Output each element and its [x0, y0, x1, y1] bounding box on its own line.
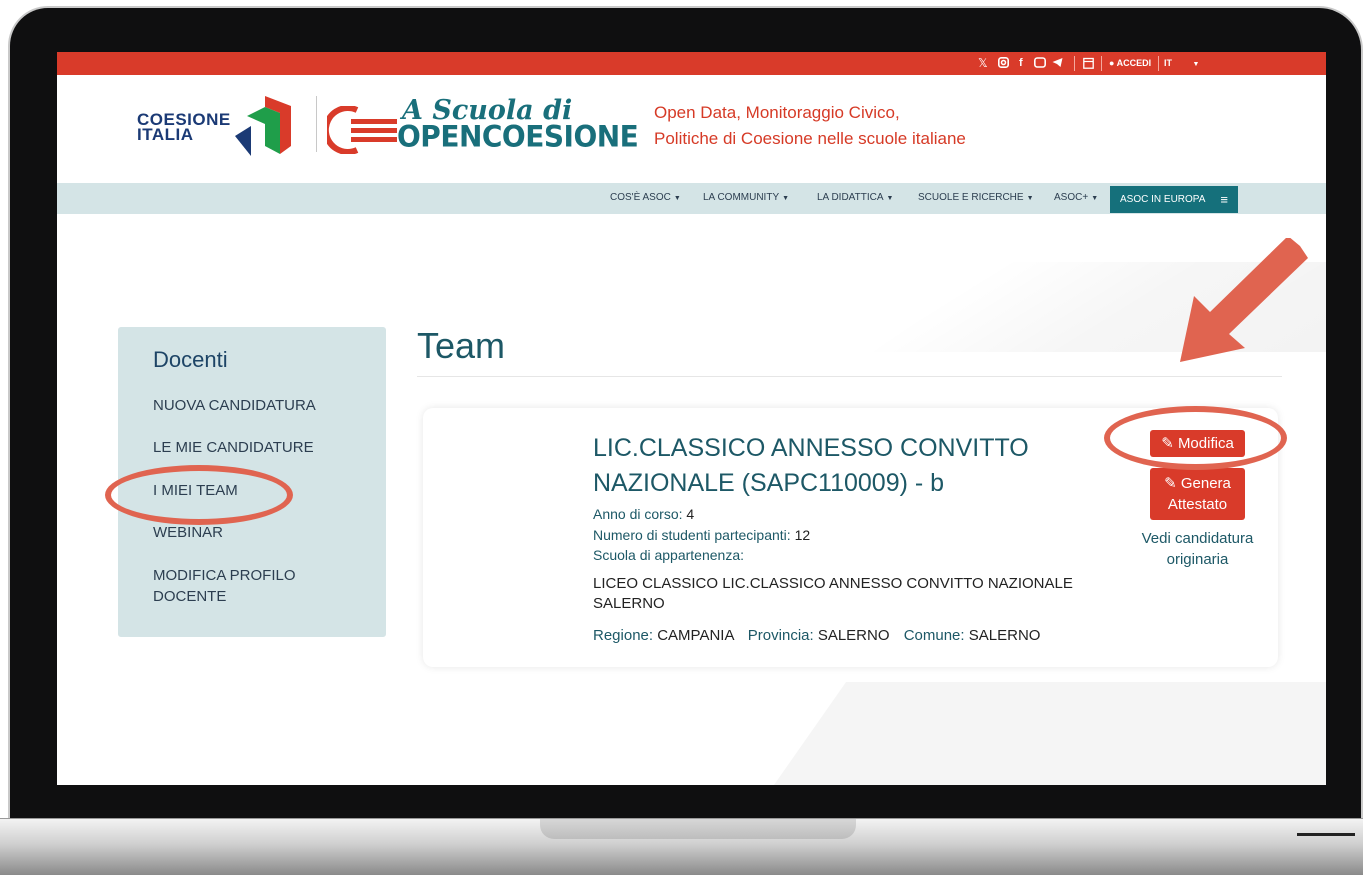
language-label: IT	[1164, 58, 1172, 68]
scuola-value: LICEO CLASSICO LIC.CLASSICO ANNESSO CONV…	[593, 575, 1073, 612]
instagram-icon[interactable]	[998, 57, 1009, 70]
provincia-label: Provincia:	[747, 627, 814, 644]
coesione-logo-text: COESIONE ITALIA	[137, 110, 231, 144]
screen-glare	[747, 682, 1326, 785]
sidebar-item-le-mie-candidature[interactable]: LE MIE CANDIDATURE	[153, 437, 373, 458]
annotation-arrow-icon	[1180, 238, 1308, 362]
nav-cta-label: ASOC IN EUROPA	[1120, 194, 1206, 205]
studenti-label: Numero di studenti partecipanti:	[593, 527, 791, 543]
hamburger-menu-icon: ≡	[1220, 192, 1228, 207]
asoc-logo-line-2: OPENCOESIONE	[397, 119, 639, 154]
caret-down-icon: ▼	[1026, 195, 1034, 202]
main-navbar: COS'È ASOC ▼ LA COMMUNITY ▼ LA DIDATTICA ▼ …	[57, 183, 1326, 214]
team-name: LIC.CLASSICO ANNESSO CONVITTO NAZIONALE …	[593, 434, 1029, 497]
coesione-arrow-logo-icon	[235, 96, 291, 156]
nav-item-la-community[interactable]: LA COMMUNITY ▼	[703, 192, 789, 203]
chevron-down-icon: ▼	[1192, 61, 1200, 68]
separator	[1158, 56, 1159, 71]
user-icon: ●	[1109, 58, 1115, 68]
language-selector[interactable]: IT ▼	[1164, 57, 1199, 70]
separator	[1074, 56, 1075, 71]
title-divider	[417, 376, 1282, 377]
telegram-icon[interactable]	[1052, 57, 1063, 70]
numero-studenti: Numero di studenti partecipanti: 12	[593, 526, 810, 545]
nav-cta-asoc-in-europa[interactable]: ASOC IN EUROPA ≡	[1110, 186, 1238, 213]
top-utility-bar: 𝕏 f ● ACCEDI IT ▼	[57, 52, 1326, 75]
regione-label: Regione:	[593, 627, 654, 644]
tagline-line-1: Open Data, Monitoraggio Civico,	[654, 103, 900, 122]
vedi-candidatura-link[interactable]: Vedi candidatura originaria	[1141, 528, 1254, 570]
caret-down-icon: ▼	[782, 195, 790, 202]
asoc-book-logo-icon	[327, 106, 397, 154]
browser-viewport: 𝕏 f ● ACCEDI IT ▼ COESIONE ITALIA A Scuo…	[57, 52, 1326, 785]
calendar-icon[interactable]	[1083, 57, 1094, 70]
genera-attestato-button[interactable]: ✎ Genera Attestato	[1150, 468, 1245, 520]
nav-label: LA COMMUNITY	[703, 192, 780, 203]
anno-di-corso: Anno di corso: 4	[593, 505, 694, 524]
caret-down-icon: ▼	[886, 195, 894, 202]
sidebar-item-modifica-profilo[interactable]: MODIFICA PROFILO DOCENTE	[153, 565, 323, 607]
laptop-notch	[540, 819, 856, 839]
regione-value: CAMPANIA	[657, 627, 734, 644]
nav-label: COS'È ASOC	[610, 192, 671, 203]
studenti-value: 12	[794, 527, 811, 543]
comune-value: SALERNO	[968, 627, 1041, 644]
nav-item-asoc-plus[interactable]: ASOC+ ▼	[1054, 192, 1098, 203]
x-icon[interactable]: 𝕏	[978, 57, 988, 70]
separator	[1101, 56, 1102, 71]
nav-item-scuole-e-ricerche[interactable]: SCUOLE E RICERCHE ▼	[918, 192, 1034, 203]
highlight-ring-i-miei-team	[105, 465, 293, 525]
highlight-ring-modifica	[1104, 406, 1287, 470]
nav-label: SCUOLE E RICERCHE	[918, 192, 1024, 203]
sidebar-title: Docenti	[153, 347, 228, 372]
facebook-icon[interactable]: f	[1019, 57, 1023, 70]
tagline-line-2: Politiche di Coesione nelle scuole itali…	[654, 129, 966, 148]
provincia-value: SALERNO	[817, 627, 890, 644]
laptop-edge-line	[1297, 833, 1355, 836]
login-link[interactable]: ● ACCEDI	[1109, 57, 1151, 70]
nav-label: ASOC+	[1054, 192, 1089, 203]
genera-attestato-label: Genera Attestato	[1167, 475, 1231, 513]
login-label: ACCEDI	[1116, 58, 1152, 68]
caret-down-icon: ▼	[1091, 195, 1099, 202]
laptop-base	[0, 818, 1363, 875]
screenshot-stage: { "topbar": { "social_icons": ["x-icon",…	[0, 0, 1363, 875]
nav-item-cose-asoc[interactable]: COS'È ASOC ▼	[610, 192, 681, 203]
nav-label: LA DIDATTICA	[817, 192, 884, 203]
youtube-icon[interactable]	[1034, 57, 1046, 70]
sidebar-item-nuova-candidatura[interactable]: NUOVA CANDIDATURA	[153, 395, 373, 416]
scuola-label: Scuola di appartenenza:	[593, 547, 744, 563]
nav-item-la-didattica[interactable]: LA DIDATTICA ▼	[817, 192, 893, 203]
caret-down-icon: ▼	[673, 195, 681, 202]
page-title: Team	[417, 325, 506, 366]
anno-label: Anno di corso:	[593, 506, 683, 522]
site-tagline: Open Data, Monitoraggio Civico, Politich…	[654, 100, 966, 152]
edit-icon: ✎	[1164, 475, 1177, 492]
comune-label: Comune:	[903, 627, 965, 644]
logo-divider	[316, 96, 317, 152]
sidebar-item-webinar[interactable]: WEBINAR	[153, 522, 373, 543]
coesione-italia-logo[interactable]: COESIONE ITALIA	[137, 110, 237, 152]
anno-value: 4	[686, 506, 695, 522]
location-row: Regione: CAMPANIA Provincia: SALERNO Com…	[593, 627, 1040, 644]
